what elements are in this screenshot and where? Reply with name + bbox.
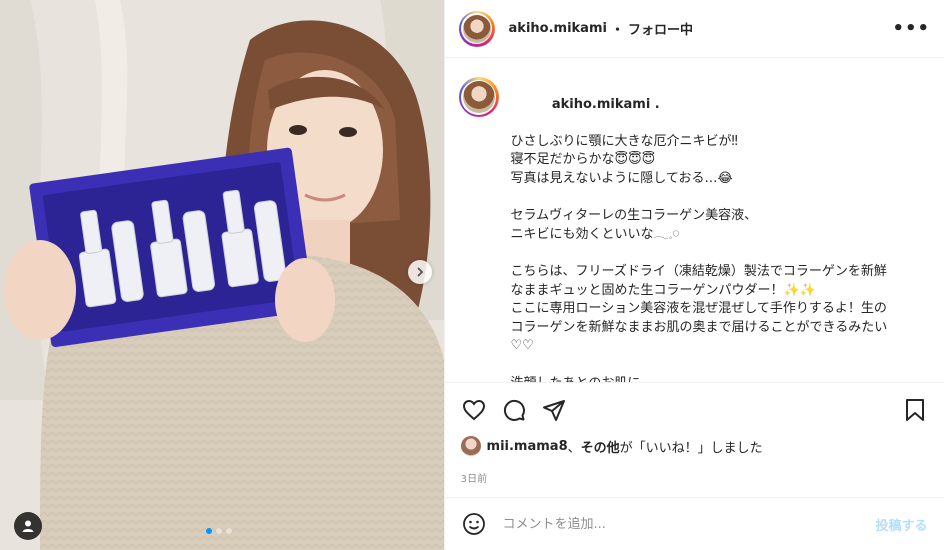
likes-summary: mii.mama8 、 その他 が「いいね！」しました <box>460 436 763 456</box>
carousel-dots <box>206 528 232 534</box>
chevron-right-icon <box>417 267 424 277</box>
carousel-dot <box>216 528 222 534</box>
post-photo[interactable] <box>0 0 444 550</box>
liker-username[interactable]: mii.mama8 <box>487 439 568 454</box>
post-comment-button[interactable]: 投稿する <box>876 515 928 534</box>
share-icon <box>542 399 565 421</box>
caption-line: セラムヴィターレの生コラーゲン美容液、 <box>510 208 758 224</box>
author-avatar[interactable] <box>458 10 495 47</box>
heart-icon <box>462 399 485 420</box>
caption-line: ♡♡ <box>510 338 534 354</box>
carousel-dot <box>226 528 232 534</box>
like-button[interactable] <box>461 397 487 423</box>
photo-scene <box>0 0 444 550</box>
caption-line: ここに専用ローション美容液を混ぜ混ぜして手作りするよ！生の <box>510 301 887 317</box>
instagram-post-modal: akiho.mikami ・ フォロー中 ••• akiho.mikami . … <box>0 0 944 550</box>
user-icon <box>22 520 34 532</box>
comment-input[interactable] <box>500 515 876 533</box>
carousel-next-button[interactable] <box>408 260 432 284</box>
bookmark-icon <box>905 398 924 421</box>
caption-line <box>511 244 930 263</box>
author-username[interactable]: akiho.mikami <box>509 21 607 36</box>
share-button[interactable] <box>541 397 567 423</box>
carousel-dot <box>206 528 212 534</box>
post-date[interactable]: 3日前 <box>461 470 488 485</box>
caption-username[interactable]: akiho.mikami . <box>552 97 660 112</box>
header-separator: ・ <box>610 23 624 38</box>
caption-line: 洗顔したあとのお肌に。 <box>511 375 930 383</box>
save-button[interactable] <box>902 397 928 423</box>
action-bar <box>444 382 944 436</box>
caption-line <box>511 189 930 208</box>
more-horizontal-icon[interactable]: ••• <box>892 18 930 39</box>
caption-body: ひさしぶりに顎に大きな厄介ニキビが‼︎ 寝不足だからかな😇😇😇 写真は見えないように… <box>511 133 930 382</box>
likes-joiner: 、 <box>567 440 581 456</box>
post-side-panel: akiho.mikami ・ フォロー中 ••• akiho.mikami . … <box>443 0 944 550</box>
comment-bar: 投稿する <box>444 497 944 550</box>
caption-line: コラーゲンを新鮮なままお肌の奥まで届けることができるみたい <box>510 319 888 335</box>
comment-button[interactable] <box>501 397 527 423</box>
caption-line: ひさしぶりに顎に大きな厄介ニキビが‼︎ <box>510 133 738 149</box>
caption-line: ニキビにも効くといいな𓂃𓈒𓏸 <box>510 226 680 242</box>
comment-icon <box>503 399 525 421</box>
post-header: akiho.mikami ・ フォロー中 ••• <box>444 0 944 58</box>
caption-line: 写真は見えないように隠しておる…😂 <box>510 170 733 186</box>
caption-line: こちらは、フリーズドライ（凍結乾燥）製法でコラーゲンを新鮮 <box>510 263 887 279</box>
tagged-users-button[interactable] <box>14 512 42 540</box>
likes-suffix: が「いいね！」しました <box>619 440 763 456</box>
caption-comment: akiho.mikami . ひさしぶりに顎に大きな厄介ニキビが‼︎ 寝不足だから… <box>445 59 944 382</box>
caption-scroll-area[interactable]: akiho.mikami . ひさしぶりに顎に大きな厄介ニキビが‼︎ 寝不足だから… <box>445 59 944 382</box>
caption-line: 寝不足だからかな😇😇😇 <box>510 152 656 168</box>
caption-text: akiho.mikami . ひさしぶりに顎に大きな厄介ニキビが‼︎ 寝不足だから… <box>511 77 930 382</box>
caption-line <box>511 356 930 375</box>
liker-avatar[interactable] <box>460 436 481 456</box>
emoji-button[interactable] <box>461 511 487 537</box>
caption-author-avatar[interactable] <box>458 77 499 117</box>
caption-line: なままギュッと固めた生コラーゲンパウダー！✨✨ <box>510 282 816 298</box>
likes-others-link[interactable]: その他 <box>581 437 620 456</box>
smiley-icon <box>462 513 485 535</box>
follow-status-button[interactable]: フォロー中 <box>628 19 693 38</box>
